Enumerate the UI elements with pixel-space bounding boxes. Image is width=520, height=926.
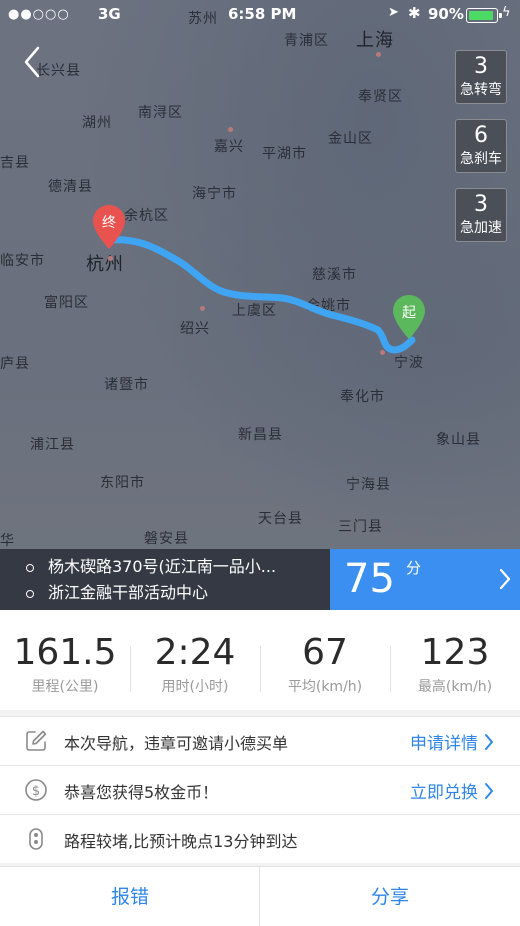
battery-icon [466,8,502,23]
stat-value: 123 [420,632,490,673]
origin-address: 杨木碶路370号(近江南一品小... [26,556,316,578]
sharp-turn-box[interactable]: 3 急转弯 [455,50,507,104]
status-time: 6:58 PM [228,5,297,23]
apply-details-link[interactable]: 申请详情 [410,729,494,754]
stat-max-speed: 123 最高(km/h) [390,610,520,710]
stat-label: 用时(小时) [161,679,229,695]
score-unit: 分 [406,559,422,577]
destination-address: 浙江金融干部活动中心 [26,582,316,604]
stat-average-speed: 67 平均(km/h) [260,610,390,710]
chevron-right-icon [485,734,493,750]
stat-value: 2:24 [154,632,236,673]
redeem-now-link[interactable]: 立即兑换 [410,778,494,803]
stat-distance: 161.5 里程(公里) [0,610,130,710]
apply-details-label: 申请详情 [410,734,478,754]
start-marker-pin[interactable]: 起 [392,294,426,340]
stat-label: 最高(km/h) [417,679,493,695]
charging-icon: ϟ [502,5,511,20]
status-bar: ●●○○○ 3G 6:58 PM ➤ ✱ 90% ϟ [0,0,520,30]
rapid-accel-count: 3 [474,192,488,217]
stat-duration: 2:24 用时(小时) [130,610,260,710]
violation-promo-row[interactable]: 本次导航，违章可邀请小德买单 申请详情 [0,717,520,765]
coin-reward-row[interactable]: $ 恭喜您获得5枚金币！ 立即兑换 [0,766,520,814]
stat-value: 67 [302,632,348,673]
share-button[interactable]: 分享 [260,867,520,926]
trip-map[interactable]: 上海 青浦区 苏州 长兴县 南浔区 奉贤区 湖州 嘉兴 金山区 平湖市 吉县 德… [0,0,520,610]
hard-brake-box[interactable]: 6 急刹车 [455,119,507,173]
coin-reward-text: 恭喜您获得5枚金币！ [64,783,219,802]
rapid-accel-label: 急加速 [460,220,502,236]
chevron-right-icon [499,568,511,590]
sharp-turn-label: 急转弯 [460,82,502,98]
origin-address-text: 杨木碶路370号(近江南一品小... [48,557,277,576]
rapid-accel-box[interactable]: 3 急加速 [455,188,507,242]
svg-text:$: $ [32,784,40,799]
redeem-now-label: 立即兑换 [410,783,478,803]
back-chevron-icon[interactable] [18,44,48,80]
route-line [108,236,416,354]
signal-strength: ●●○○○ [8,7,70,22]
start-marker-label: 起 [402,305,416,321]
stat-label: 平均(km/h) [287,679,363,695]
stat-label: 里程(公里) [31,679,99,695]
route-summary[interactable]: 杨木碶路370号(近江南一品小... 浙江金融干部活动中心 75 分 [0,549,520,610]
violation-promo-text: 本次导航，违章可邀请小德买单 [64,734,289,753]
route-addresses: 杨木碶路370号(近江南一品小... 浙江金融干部活动中心 [0,549,330,610]
hard-brake-count: 6 [474,123,488,148]
driving-score[interactable]: 75 分 [330,549,520,610]
chevron-right-icon [485,783,493,799]
sharp-turn-count: 3 [474,54,488,79]
pen-icon [26,730,47,751]
report-error-button[interactable]: 报错 [0,867,260,926]
battery-percent: 90% [428,5,464,23]
hard-brake-label: 急刹车 [460,151,502,167]
stat-value: 161.5 [13,632,117,673]
traffic-light-icon [29,828,43,850]
bluetooth-icon: ✱ [408,4,421,22]
coin-icon: $ [25,779,47,801]
carrier-label: 3G [98,5,121,23]
traffic-notice-row: 路程较堵,比预计晚点13分钟到达 [0,815,520,863]
end-marker-label: 终 [102,215,116,231]
traffic-notice-text: 路程较堵,比预计晚点13分钟到达 [64,832,298,851]
score-value: 75 [344,556,395,602]
destination-address-text: 浙江金融干部活动中心 [48,583,209,602]
location-arrow-icon: ➤ [388,5,399,20]
bottom-action-bar: 报错 分享 [0,866,520,926]
end-marker-pin[interactable]: 终 [92,204,126,250]
trip-stats: 161.5 里程(公里) 2:24 用时(小时) 67 平均(km/h) 123… [0,610,520,710]
